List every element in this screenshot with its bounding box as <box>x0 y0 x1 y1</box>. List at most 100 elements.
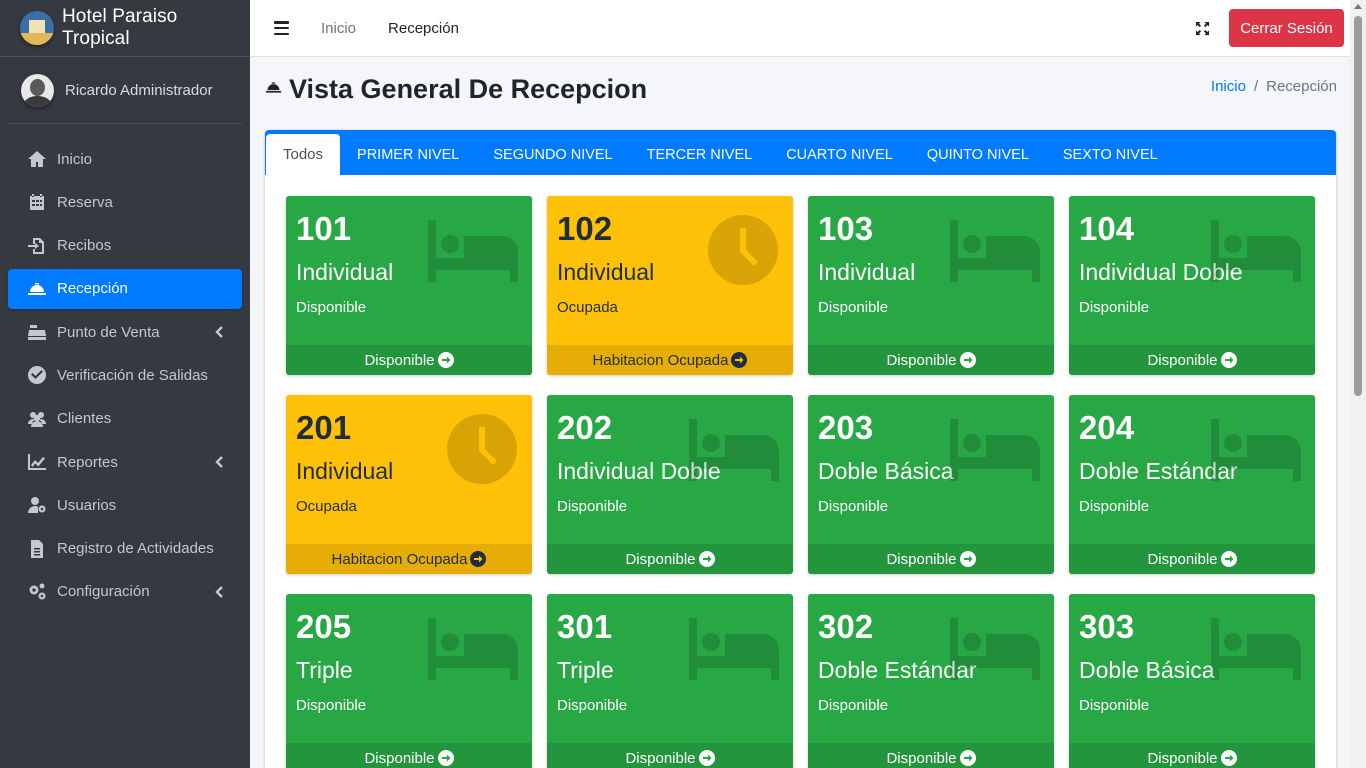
sidebar-item-punto-de-venta[interactable]: Punto de Venta <box>8 312 242 352</box>
breadcrumb-home[interactable]: Inicio <box>1211 78 1246 95</box>
room-number: 302 <box>818 608 874 645</box>
room-status: Disponible <box>296 299 367 316</box>
arrow-circle-right-icon <box>1220 551 1237 567</box>
room-action-link[interactable]: Disponible <box>547 743 793 768</box>
room-number: 102 <box>557 210 613 247</box>
room-box-201[interactable]: 201 Individual Ocupada Habitacion Ocupada <box>286 395 532 574</box>
room-type: Individual <box>557 259 655 285</box>
sidebar-item-recibos[interactable]: Recibos <box>8 226 242 266</box>
page-scrollbar[interactable] <box>1350 0 1366 768</box>
room-action-link[interactable]: Disponible <box>808 743 1054 768</box>
clock-icon <box>446 413 518 485</box>
sidebar-item-recepcion[interactable]: Recepción <box>8 268 242 309</box>
room-action-label: Habitacion Ocupada <box>592 351 729 369</box>
tab-todos[interactable]: Todos <box>266 134 341 175</box>
tab-segundo-nivel[interactable]: SEGUNDO NIVEL <box>476 134 629 175</box>
room-box-302[interactable]: 302 Doble Estándar Disponible Disponible <box>808 594 1054 768</box>
room-box-101[interactable]: 101 Individual Disponible Disponible <box>286 196 532 375</box>
room-number: 201 <box>296 409 352 446</box>
menu-toggle-icon[interactable] <box>274 21 289 35</box>
room-action-link[interactable]: Habitacion Ocupada <box>547 345 793 375</box>
room-action-link[interactable]: Disponible <box>1069 345 1315 375</box>
room-action-label: Disponible <box>886 351 957 369</box>
room-type: Individual <box>296 259 394 285</box>
room-action-link[interactable]: Disponible <box>1069 743 1315 768</box>
sidebar-item-label: Usuarios <box>57 496 117 514</box>
room-box-303[interactable]: 303 Doble Básica Disponible Disponible <box>1069 594 1315 768</box>
room-action-link[interactable]: Disponible <box>286 743 532 768</box>
room-action-link[interactable]: Disponible <box>547 544 793 574</box>
tab-tercer-nivel[interactable]: TERCER NIVEL <box>630 134 770 175</box>
bed-icon <box>1211 614 1301 684</box>
bed-icon <box>689 415 779 485</box>
room-status: Disponible <box>818 697 889 714</box>
chart-line-icon <box>26 452 48 472</box>
file-alt-icon <box>26 539 48 559</box>
sidebar-item-inicio[interactable]: Inicio <box>8 139 242 179</box>
arrow-circle-right-icon <box>698 750 715 766</box>
room-action-link[interactable]: Disponible <box>286 345 532 375</box>
sidebar-item-configuracion[interactable]: Configuración <box>8 572 242 612</box>
arrow-circle-right-icon <box>698 551 715 567</box>
room-box-102[interactable]: 102 Individual Ocupada Habitacion Ocupada <box>547 196 793 375</box>
top-link-inicio[interactable]: Inicio <box>321 20 356 37</box>
room-type: Individual <box>296 458 394 484</box>
room-status: Disponible <box>1079 697 1150 714</box>
logout-button[interactable]: Cerrar Sesión <box>1229 9 1344 47</box>
sidebar-item-label: Punto de Venta <box>57 323 160 341</box>
breadcrumb: Inicio / Recepción <box>1211 78 1337 95</box>
fullscreen-icon[interactable] <box>1195 21 1210 36</box>
page-title-text: Vista General De Recepcion <box>289 74 648 104</box>
bed-icon <box>1211 216 1301 286</box>
room-action-link[interactable]: Disponible <box>1069 544 1315 574</box>
room-box-104[interactable]: 104 Individual Doble Disponible Disponible <box>1069 196 1315 375</box>
brand-link[interactable]: Hotel Paraiso Tropical <box>0 0 250 57</box>
tab-cuarto-nivel[interactable]: CUARTO NIVEL <box>769 134 910 175</box>
brand-logo-icon <box>20 11 54 45</box>
room-box-204[interactable]: 204 Doble Estándar Disponible Disponible <box>1069 395 1315 574</box>
concierge-bell-icon <box>265 82 282 93</box>
sidebar-item-clientes[interactable]: Clientes <box>8 399 242 439</box>
room-box-301[interactable]: 301 Triple Disponible Disponible <box>547 594 793 768</box>
tab-quinto-nivel[interactable]: QUINTO NIVEL <box>910 134 1046 175</box>
sidebar-item-reportes[interactable]: Reportes <box>8 442 242 482</box>
room-status: Ocupada <box>557 299 618 316</box>
sidebar-item-registro-de-actividades[interactable]: Registro de Actividades <box>8 529 242 569</box>
room-status: Ocupada <box>296 498 357 515</box>
tab-sexto-nivel[interactable]: SEXTO NIVEL <box>1046 134 1175 175</box>
room-action-link[interactable]: Disponible <box>808 544 1054 574</box>
bed-icon <box>950 216 1040 286</box>
room-action-label: Disponible <box>886 550 957 568</box>
users-icon <box>26 409 48 429</box>
room-type: Individual <box>818 259 916 285</box>
room-box-103[interactable]: 103 Individual Disponible Disponible <box>808 196 1054 375</box>
calendar-icon <box>26 192 48 212</box>
sidebar-item-usuarios[interactable]: Usuarios <box>8 485 242 525</box>
room-number: 203 <box>818 409 874 446</box>
sidebar-item-reserva[interactable]: Reserva <box>8 182 242 222</box>
room-action-link[interactable]: Habitacion Ocupada <box>286 544 532 574</box>
room-box-202[interactable]: 202 Individual Doble Disponible Disponible <box>547 395 793 574</box>
top-link-recepcion[interactable]: Recepción <box>388 20 459 37</box>
room-box-203[interactable]: 203 Doble Básica Disponible Disponible <box>808 395 1054 574</box>
arrow-circle-right-icon <box>470 551 487 567</box>
breadcrumb-separator: / <box>1253 78 1259 95</box>
room-action-label: Disponible <box>886 749 957 767</box>
room-type: Doble Básica <box>818 458 954 484</box>
arrow-circle-right-icon <box>959 352 976 368</box>
room-action-label: Disponible <box>625 550 696 568</box>
room-number: 205 <box>296 608 352 645</box>
user-panel[interactable]: Ricardo Administrador <box>8 57 242 124</box>
room-box-205[interactable]: 205 Triple Disponible Disponible <box>286 594 532 768</box>
bed-icon <box>950 614 1040 684</box>
sidebar-item-verificacion-de-salidas[interactable]: Verificación de Salidas <box>8 355 242 395</box>
tab-primer-nivel[interactable]: PRIMER NIVEL <box>340 134 476 175</box>
sidebar-item-label: Verificación de Salidas <box>57 366 208 384</box>
home-icon <box>26 149 48 169</box>
room-action-link[interactable]: Disponible <box>808 345 1054 375</box>
sidebar-item-label: Registro de Actividades <box>57 540 214 558</box>
arrow-circle-right-icon <box>959 750 976 766</box>
room-action-label: Habitacion Ocupada <box>331 550 468 568</box>
arrow-circle-right-icon <box>1220 750 1237 766</box>
room-status: Disponible <box>557 697 628 714</box>
